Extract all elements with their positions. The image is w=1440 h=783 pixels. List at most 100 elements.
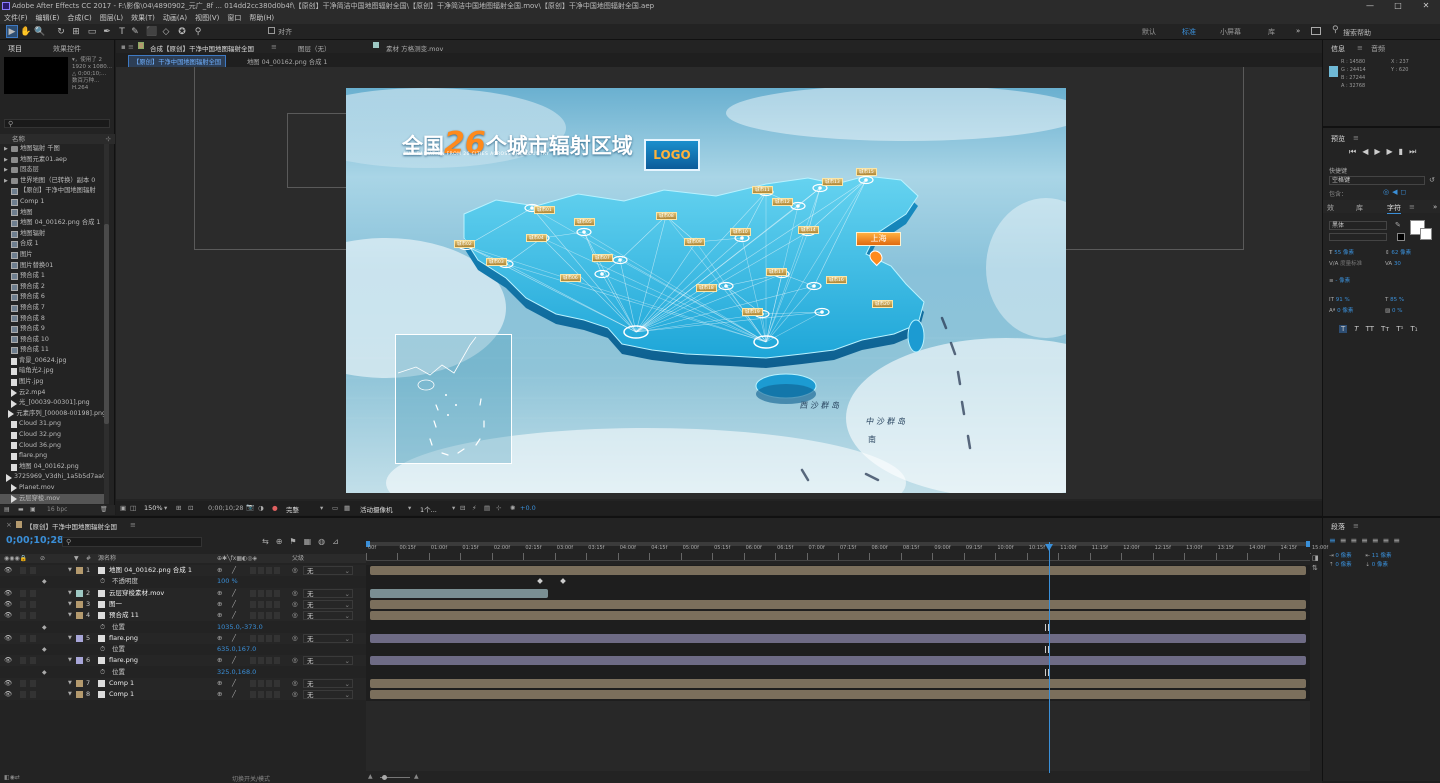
stroke-width-value[interactable]: - 像素 xyxy=(1335,278,1350,284)
property-value[interactable]: 1035.0,-373.0 xyxy=(217,622,263,633)
play-icon[interactable]: ▶ xyxy=(1374,147,1386,156)
layer-duration-bar[interactable] xyxy=(370,588,548,598)
black-swatch[interactable] xyxy=(1397,233,1405,241)
quality-switch-icon[interactable]: ╱ xyxy=(232,678,236,689)
indent-left-value[interactable]: 0 像素 xyxy=(1335,553,1351,559)
space-after-value[interactable]: 0 像素 xyxy=(1372,562,1388,568)
project-item[interactable]: 预合成 2 xyxy=(0,282,106,293)
leading-value[interactable]: 62 像素 xyxy=(1391,250,1411,256)
layer-row[interactable]: 👁 ▼ 3 图一 ⊕ ╱ ◎ 无 ⌄ xyxy=(0,598,366,610)
layer-duration-bar[interactable] xyxy=(370,679,1306,688)
layer-name[interactable]: flare.png xyxy=(109,633,138,644)
menu-composition[interactable]: 合成(C) xyxy=(67,12,91,24)
expand-arrow-icon[interactable]: ▶ xyxy=(4,165,9,176)
tab-preview[interactable]: 预览 xyxy=(1331,134,1345,144)
quality-switch-icon[interactable]: ╱ xyxy=(232,565,236,576)
current-time-display[interactable]: 0;00;10;28 xyxy=(208,504,244,512)
all-caps-button[interactable]: TT xyxy=(1366,325,1374,333)
twirl-arrow-icon[interactable]: ▼ xyxy=(68,599,72,610)
twirl-arrow-icon[interactable]: ▼ xyxy=(68,588,72,599)
workspace-standard[interactable]: 标准 xyxy=(1182,27,1196,37)
layer-switch-boxes[interactable] xyxy=(250,657,282,665)
layer-switch-boxes[interactable] xyxy=(250,691,282,699)
parent-dropdown[interactable]: 无 ⌄ xyxy=(303,599,353,609)
last-frame-icon[interactable]: ⏭ xyxy=(1409,147,1422,156)
faux-italic-button[interactable]: T xyxy=(1354,325,1358,333)
project-item[interactable]: 背景_00624.jpg xyxy=(0,356,106,367)
shy-switch-icon[interactable]: ⊕ xyxy=(217,588,222,599)
shy-switch-icon[interactable]: ⊕ xyxy=(217,655,222,666)
keyframe-nav-icon[interactable]: ◆ xyxy=(42,667,47,678)
project-item[interactable]: 合成 1 xyxy=(0,239,106,250)
parent-dropdown[interactable]: 无 ⌄ xyxy=(303,679,353,688)
snap-checkbox[interactable] xyxy=(268,27,275,34)
label-color-swatch[interactable] xyxy=(76,589,83,597)
layer-property-row[interactable]: ◆ ⏱ 位置 635.0,167.0 xyxy=(0,644,366,655)
quality-switch-icon[interactable]: ╱ xyxy=(232,610,236,621)
layer-property-row[interactable]: ◆ ⏱ 位置 325.0,168.0 xyxy=(0,667,366,678)
label-color-swatch[interactable] xyxy=(76,612,83,620)
justify-left-icon[interactable]: ≡ xyxy=(1361,536,1372,545)
layer-row[interactable]: 👁 ▼ 5 flare.png ⊕ ╱ ◎ 无 ⌄ xyxy=(0,632,366,644)
pan-behind-tool-icon[interactable]: ▭ xyxy=(86,26,98,38)
layer-name[interactable]: 图一 xyxy=(109,599,122,610)
layer-switch-boxes[interactable] xyxy=(250,567,282,574)
include-toggles[interactable]: ◎◀◻ xyxy=(1383,188,1409,196)
layer-row[interactable]: 👁 ▼ 2 云层穿梭素材.mov ⊕ ╱ ◎ 无 ⌄ xyxy=(0,587,366,599)
project-item[interactable]: 图片 xyxy=(0,250,106,261)
project-item[interactable]: 【原创】干净中国地图辐射 xyxy=(0,186,106,197)
tab-effects[interactable]: 效 xyxy=(1327,203,1334,213)
expand-arrow-icon[interactable]: ▶ xyxy=(4,155,9,166)
eye-icon[interactable]: 👁 xyxy=(4,610,12,621)
playhead[interactable] xyxy=(1045,542,1054,774)
camera-view-dropdown[interactable]: 活动摄像机 xyxy=(360,504,393,514)
safe-zones-icon[interactable]: ⊞ xyxy=(176,504,181,512)
pickwhip-icon[interactable]: ◎ xyxy=(292,689,298,700)
eraser-tool-icon[interactable]: ✪ xyxy=(176,26,188,38)
camera-dropdown-arrow-icon[interactable]: ▾ xyxy=(408,504,411,512)
toggle-pixel-aspect-icon[interactable]: ⊟ xyxy=(460,504,465,512)
font-size-value[interactable]: 55 像素 xyxy=(1334,250,1354,256)
eye-icon[interactable]: 👁 xyxy=(4,633,12,644)
comp-viewer[interactable]: 全国26个城市辐射区域 MAP RADIATION FROM 26 CITIES… xyxy=(116,67,1322,499)
menu-layer[interactable]: 图层(L) xyxy=(100,12,123,24)
eye-icon[interactable]: 👁 xyxy=(4,678,12,689)
next-frame-icon[interactable]: ▶▮ xyxy=(1387,147,1410,156)
project-item[interactable]: 地图 04_00162.png 合成 1 xyxy=(0,218,106,229)
timeline-tab[interactable]: 【原创】干净中国地图辐射全国 xyxy=(26,521,117,531)
column-parent[interactable]: 父级 xyxy=(292,554,304,563)
tab-library[interactable]: 库 xyxy=(1356,203,1363,213)
justify-center-icon[interactable]: ≡ xyxy=(1372,536,1383,545)
breadcrumb-sub-comp[interactable]: 地图 04_00162.png 合成 1 xyxy=(247,57,327,66)
twirl-arrow-icon[interactable]: ▼ xyxy=(68,689,72,700)
project-item[interactable]: 云2.mp4 xyxy=(0,388,106,399)
stopwatch-icon[interactable]: ⏱ xyxy=(100,644,105,655)
exposure-reset-icon[interactable]: ✺ xyxy=(510,504,515,512)
shortcut-dropdown[interactable]: 空格键 xyxy=(1329,176,1425,185)
justify-all-icon[interactable]: ≡ xyxy=(1393,536,1404,545)
baseline-value[interactable]: 0 像素 xyxy=(1337,308,1353,314)
layer-row[interactable]: 👁 ▼ 8 Comp 1 ⊕ ╱ ◎ 无 ⌄ xyxy=(0,689,366,701)
parent-dropdown[interactable]: 无 ⌄ xyxy=(303,566,353,575)
first-frame-icon[interactable]: ⏮ xyxy=(1349,147,1362,156)
sync-settings-icon[interactable] xyxy=(1311,27,1321,35)
grid-icon[interactable]: ⊡ xyxy=(188,504,193,512)
twirl-arrow-icon[interactable]: ▼ xyxy=(68,610,72,621)
pickwhip-icon[interactable]: ◎ xyxy=(292,588,298,599)
layer-name[interactable]: 预合成 11 xyxy=(109,610,139,621)
label-color-swatch[interactable] xyxy=(76,634,83,642)
eye-icon[interactable]: 👁 xyxy=(4,689,12,700)
zoom-slider[interactable] xyxy=(380,775,410,780)
panel-menu-icon[interactable]: ≡ xyxy=(130,521,136,529)
region-of-interest-icon[interactable]: ▭ xyxy=(332,504,338,512)
menu-view[interactable]: 视图(V) xyxy=(195,12,219,24)
layer-name[interactable]: flare.png xyxy=(109,655,138,666)
project-item[interactable]: Cloud 32.png xyxy=(0,430,106,441)
label-color-swatch[interactable] xyxy=(76,600,83,608)
workspace-small-screen[interactable]: 小屏幕 xyxy=(1220,27,1241,37)
project-item[interactable]: Cloud 31.png xyxy=(0,419,106,430)
space-before-value[interactable]: 0 像素 xyxy=(1335,562,1351,568)
align-left-icon[interactable]: ≡ xyxy=(1329,536,1340,545)
motion-blur-icon[interactable]: ◍ xyxy=(318,537,332,546)
project-item[interactable]: 3725969_V3dhi_1a5b5d7aa0893 xyxy=(0,472,106,483)
